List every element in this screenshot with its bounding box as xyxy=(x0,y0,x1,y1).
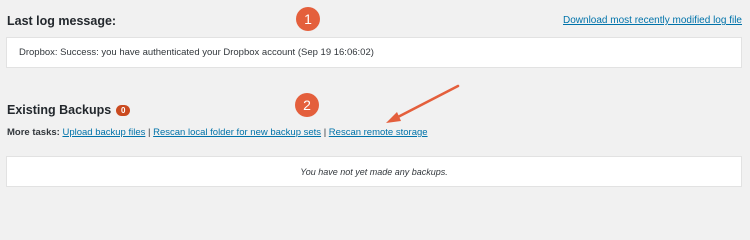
annotation-marker-1: 1 xyxy=(296,7,320,31)
existing-backups-label: Existing Backups xyxy=(7,103,112,117)
existing-backups-title: Existing Backups 0 xyxy=(7,103,131,117)
download-log-link[interactable]: Download most recently modified log file xyxy=(563,15,742,26)
backup-count-badge: 0 xyxy=(116,104,131,116)
backups-list-box: You have not yet made any backups. xyxy=(6,156,742,187)
task-separator: | xyxy=(323,127,327,138)
updraftplus-backups-page: Last log message: Download most recently… xyxy=(0,0,750,201)
no-backups-message: You have not yet made any backups. xyxy=(300,167,448,177)
last-log-message: Dropbox: Success: you have authenticated… xyxy=(19,47,374,58)
rescan-local-folder-link[interactable]: Rescan local folder for new backup sets xyxy=(153,127,321,138)
more-tasks-label: More tasks: xyxy=(7,127,60,138)
last-log-title: Last log message: xyxy=(7,14,117,28)
more-tasks-bar: More tasks: Upload backup files | Rescan… xyxy=(7,127,428,138)
annotation-marker-2: 2 xyxy=(295,93,319,117)
upload-backup-files-link[interactable]: Upload backup files xyxy=(62,127,145,138)
last-log-box: Dropbox: Success: you have authenticated… xyxy=(6,37,742,68)
task-separator: | xyxy=(148,127,151,138)
rescan-remote-storage-link[interactable]: Rescan remote storage xyxy=(329,127,428,138)
